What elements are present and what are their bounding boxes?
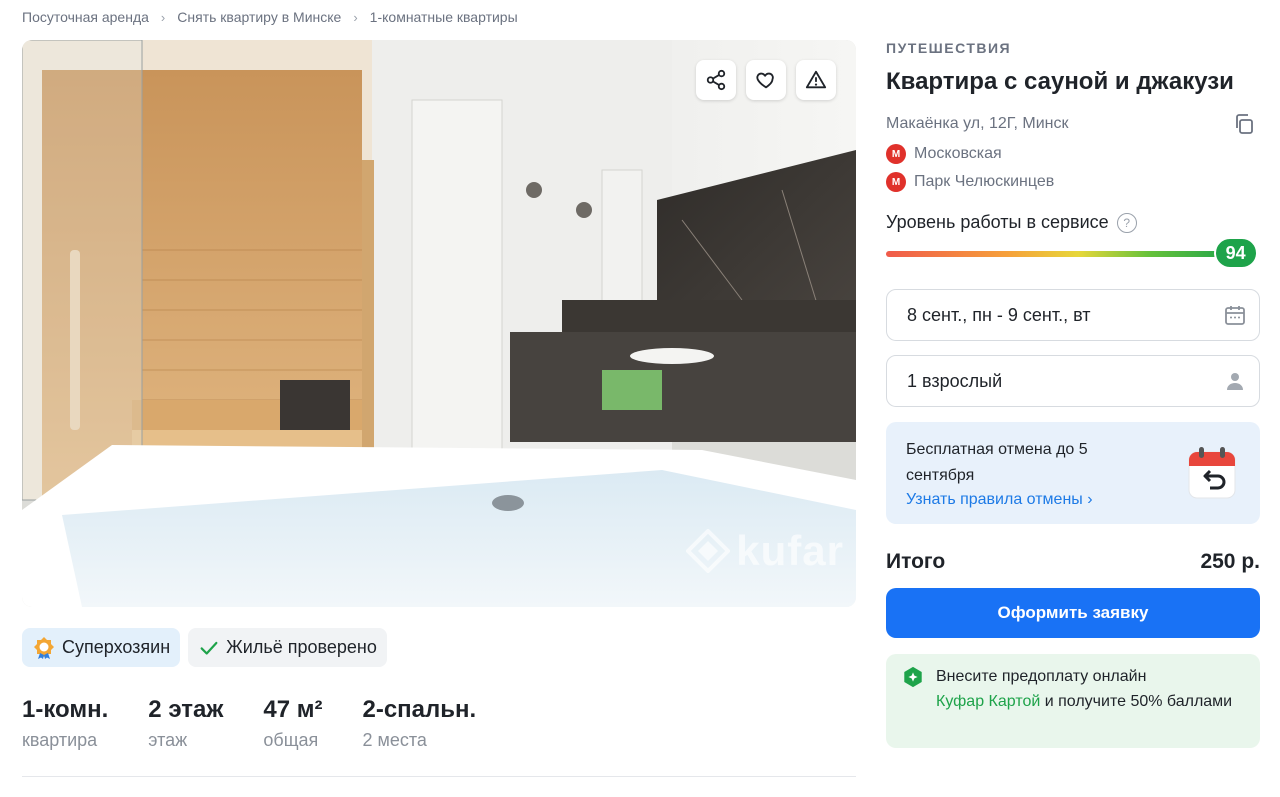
favorite-button[interactable] bbox=[746, 60, 786, 100]
metro-icon: M bbox=[886, 172, 906, 192]
chevron-right-icon: › bbox=[1087, 491, 1093, 508]
watermark: kufar bbox=[686, 527, 844, 575]
fact-rooms: 1-комн. квартира bbox=[22, 696, 108, 751]
warning-icon bbox=[805, 70, 827, 89]
total-row: Итого 250 р. bbox=[886, 550, 1260, 574]
share-icon bbox=[706, 69, 726, 91]
property-facts: 1-комн. квартира 2 этаж этаж 47 м² общая… bbox=[22, 696, 476, 751]
fact-beds: 2-спальн. 2 места bbox=[362, 696, 476, 751]
fact-label: квартира bbox=[22, 730, 98, 750]
prepayment-promo: Внесите предоплату онлайн Куфар Картой и… bbox=[886, 654, 1260, 748]
total-price: 250 р. bbox=[1200, 550, 1260, 573]
chevron-right-icon: › bbox=[160, 9, 166, 25]
dates-value: 8 сент., пн - 9 сент., вт bbox=[907, 304, 1091, 325]
help-icon[interactable]: ? bbox=[1116, 212, 1137, 233]
check-icon bbox=[200, 641, 218, 655]
metro-icon: M bbox=[886, 144, 906, 164]
chevron-right-icon: › bbox=[353, 9, 358, 25]
metro-station: M Парк Челюскинцев bbox=[886, 172, 1260, 192]
watermark-text: kufar bbox=[736, 527, 844, 574]
breadcrumb-item-daily-rent[interactable]: Посуточная аренда bbox=[22, 9, 149, 25]
kufar-card-link[interactable]: Куфар Картой bbox=[936, 693, 1040, 710]
calendar-undo-icon bbox=[1188, 447, 1236, 499]
listing-address: Макаёнка ул, 12Г, Минск bbox=[886, 115, 1069, 132]
service-level-row: Уровень работы в сервисе ? bbox=[886, 212, 1260, 233]
address-row: Макаёнка ул, 12Г, Минск bbox=[886, 112, 1260, 136]
cancellation-rules-label: Узнать правила отмены bbox=[906, 491, 1083, 508]
fact-value: 1-комн. bbox=[22, 696, 109, 723]
kufar-logo-icon bbox=[686, 529, 731, 573]
fact-label: 2 места bbox=[362, 730, 427, 750]
listing-photo[interactable]: kufar bbox=[22, 40, 856, 607]
report-button[interactable] bbox=[796, 60, 836, 100]
service-level-fill bbox=[886, 251, 1236, 257]
breadcrumb: Посуточная аренда › Снять квартиру в Мин… bbox=[22, 9, 518, 25]
booking-sidebar: ПУТЕШЕСТВИЯ Квартира с сауной и джакузи … bbox=[886, 40, 1260, 748]
breadcrumb-item-one-room[interactable]: 1-комнатные квартиры bbox=[370, 9, 518, 25]
metro-station-name: Московская bbox=[914, 145, 1002, 162]
fact-value: 2-спальн. bbox=[362, 696, 477, 723]
promo-text: Внесите предоплату онлайн Куфар Картой и… bbox=[936, 664, 1232, 738]
badges: Суперхозяин Жильё проверено bbox=[22, 628, 387, 667]
metro-station-name: Парк Челюскинцев bbox=[914, 173, 1055, 190]
verified-label: Жильё проверено bbox=[226, 637, 377, 657]
kufar-card-icon bbox=[904, 666, 922, 688]
copy-icon[interactable] bbox=[1232, 112, 1256, 136]
award-icon bbox=[34, 636, 54, 659]
fact-label: этаж bbox=[148, 730, 188, 750]
breadcrumb-item-minsk[interactable]: Снять квартиру в Минске bbox=[177, 9, 341, 25]
photo-actions bbox=[696, 60, 836, 100]
fact-label: общая bbox=[263, 730, 319, 750]
service-level-bar: 94 bbox=[886, 237, 1258, 269]
listing-category: ПУТЕШЕСТВИЯ bbox=[886, 40, 1012, 56]
cancellation-rules-link[interactable]: Узнать правила отмены › bbox=[906, 491, 1156, 509]
total-label: Итого bbox=[886, 550, 946, 573]
guests-value: 1 взрослый bbox=[907, 370, 1003, 391]
listing-title: Квартира с сауной и джакузи bbox=[886, 68, 1234, 95]
bathroom-photo bbox=[22, 40, 856, 607]
verified-badge[interactable]: Жильё проверено bbox=[188, 628, 387, 667]
service-score-badge: 94 bbox=[1213, 237, 1258, 269]
promo-text-before: Внесите предоплату онлайн bbox=[936, 668, 1147, 685]
dates-field[interactable]: 8 сент., пн - 9 сент., вт bbox=[886, 289, 1260, 341]
person-icon bbox=[1227, 373, 1243, 390]
metro-station: M Московская bbox=[886, 144, 1260, 164]
superhost-label: Суперхозяин bbox=[62, 637, 171, 657]
cancellation-text: Бесплатная отмена до 5 сентября bbox=[906, 441, 1088, 484]
calendar-icon bbox=[1225, 306, 1245, 325]
fact-area: 47 м² общая bbox=[263, 696, 322, 751]
divider bbox=[22, 776, 856, 777]
heart-icon bbox=[756, 72, 774, 89]
fact-value: 47 м² bbox=[263, 696, 323, 723]
submit-request-button[interactable]: Оформить заявку bbox=[886, 588, 1260, 638]
service-level-label: Уровень работы в сервисе bbox=[886, 212, 1109, 232]
fact-value: 2 этаж bbox=[148, 696, 224, 723]
guests-field[interactable]: 1 взрослый bbox=[886, 355, 1260, 407]
share-button[interactable] bbox=[696, 60, 736, 100]
superhost-badge[interactable]: Суперхозяин bbox=[22, 628, 181, 667]
fact-floor: 2 этаж этаж bbox=[148, 696, 223, 751]
promo-text-after: и получите 50% баллами bbox=[1040, 693, 1233, 710]
free-cancellation-box: Бесплатная отмена до 5 сентября Узнать п… bbox=[886, 422, 1260, 524]
